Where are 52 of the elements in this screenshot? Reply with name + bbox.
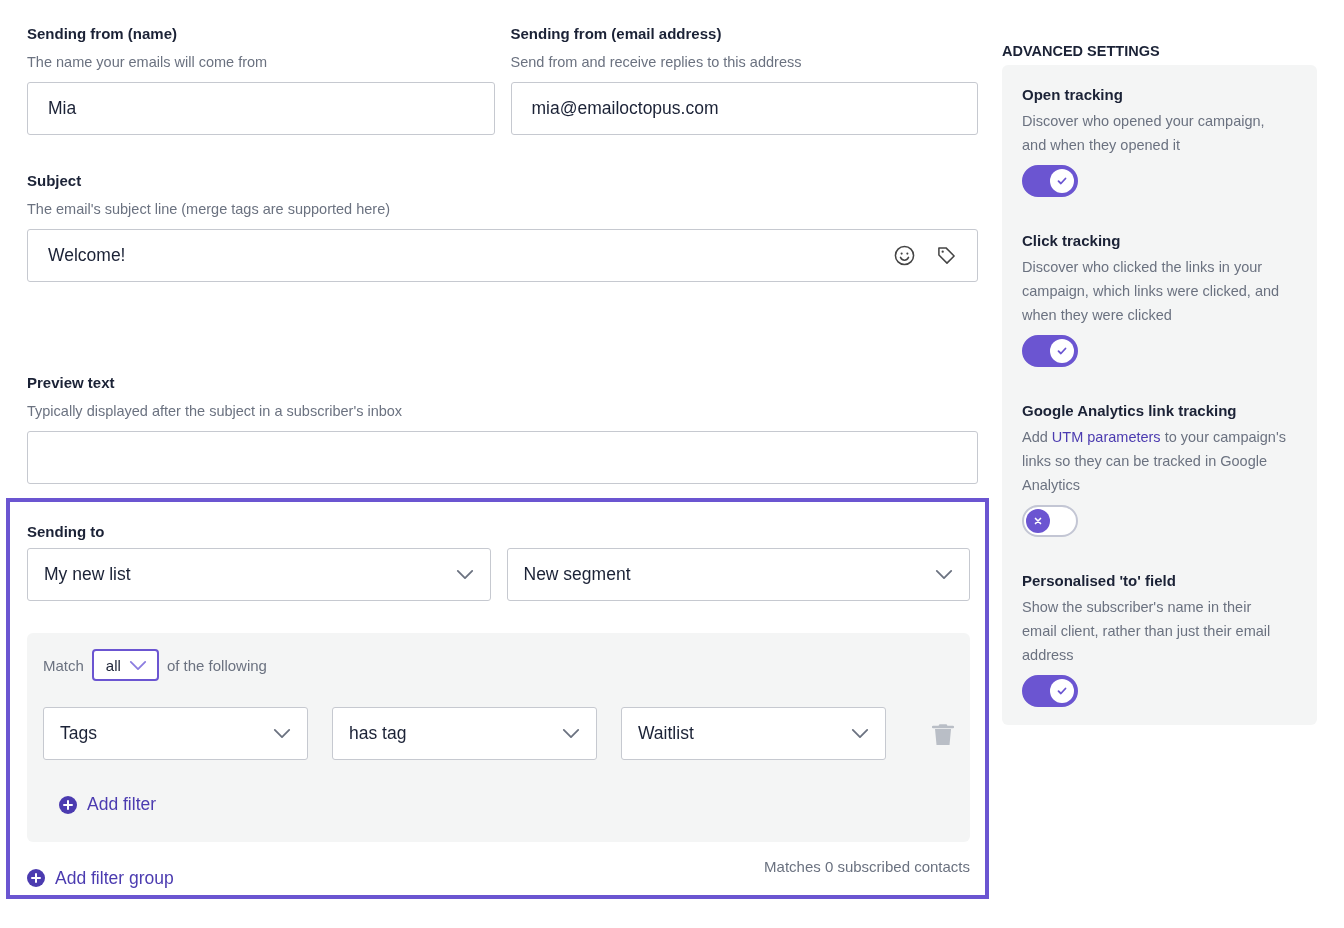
setting-title: Google Analytics link tracking bbox=[1022, 401, 1238, 421]
filter-value-dropdown[interactable]: Waitlist bbox=[621, 707, 886, 760]
toggle-switch[interactable] bbox=[1022, 165, 1078, 197]
chevron-down-icon bbox=[273, 728, 291, 739]
segment-dropdown[interactable]: New segment bbox=[506, 548, 970, 601]
match-dropdown[interactable]: all bbox=[91, 649, 159, 681]
check-icon bbox=[1056, 345, 1068, 357]
field-label: Subject bbox=[27, 171, 83, 191]
utm-parameters-link[interactable]: UTM parameters bbox=[1051, 429, 1161, 445]
toggle-switch[interactable] bbox=[1022, 675, 1078, 707]
add-filter-link[interactable]: Add filter bbox=[59, 794, 157, 815]
field-label: Sending from (name) bbox=[27, 24, 178, 44]
chevron-down-icon bbox=[935, 569, 953, 580]
setting-title: Click tracking bbox=[1022, 231, 1122, 251]
check-icon bbox=[1056, 175, 1068, 187]
filter-operator-dropdown[interactable]: has tag bbox=[332, 707, 597, 760]
plus-circle-icon bbox=[59, 795, 77, 814]
chevron-down-icon bbox=[851, 728, 869, 739]
list-dropdown[interactable]: My new list bbox=[27, 548, 491, 601]
setting-description: Discover who clicked the links in your campaign, which links were clicked, and when they were clicked bbox=[1022, 258, 1281, 325]
setting-description: Discover who opened your campaign, and when they opened it bbox=[1022, 112, 1266, 155]
toggle-switch[interactable] bbox=[1022, 335, 1078, 367]
setting-description: Add UTM parameters to your campaign's links so they can be tracked in Google Analytics bbox=[1022, 428, 1287, 495]
matches-count-text: Matches 0 subscribed contacts bbox=[764, 857, 970, 875]
filter-field-dropdown[interactable]: Tags bbox=[43, 707, 308, 760]
chevron-down-icon bbox=[562, 728, 580, 739]
match-suffix-text: of the following bbox=[166, 656, 267, 674]
match-label: Match bbox=[43, 656, 84, 674]
close-icon bbox=[1033, 516, 1043, 526]
field-help-text: The email's subject line (merge tags are supported here) bbox=[27, 200, 392, 219]
setting-title: Open tracking bbox=[1022, 85, 1124, 105]
plus-circle-icon bbox=[27, 869, 45, 887]
chevron-down-icon bbox=[128, 659, 147, 671]
tag-icon[interactable] bbox=[937, 246, 956, 265]
field-label: Sending from (email address) bbox=[510, 24, 723, 44]
chevron-down-icon bbox=[455, 569, 474, 580]
field-label: Sending to bbox=[27, 522, 106, 542]
toggle-switch[interactable] bbox=[1022, 505, 1078, 537]
text-input-field[interactable]: Welcome! bbox=[27, 229, 978, 282]
setting-title: Personalised 'to' field bbox=[1022, 571, 1177, 591]
setting-description: Show the subscriber's name in their email client, rather than just their email address bbox=[1022, 598, 1272, 665]
field-help-text: Send from and receive replies to this address bbox=[510, 53, 803, 72]
field-help-text: The name your emails will come from bbox=[27, 53, 269, 72]
check-icon bbox=[1056, 685, 1068, 697]
section-heading: ADVANCED SETTINGS bbox=[1002, 43, 1161, 59]
field-help-text: Typically displayed after the subject in a subscriber's inbox bbox=[27, 402, 404, 421]
text-input-field[interactable]: Mia bbox=[27, 82, 495, 135]
text-input-field[interactable] bbox=[27, 431, 978, 484]
smiley-icon[interactable] bbox=[894, 245, 915, 266]
field-label: Preview text bbox=[27, 373, 116, 393]
add-filter-group-link[interactable]: Add filter group bbox=[27, 867, 174, 889]
text-input-field[interactable]: mia@emailoctopus.com bbox=[510, 82, 978, 135]
